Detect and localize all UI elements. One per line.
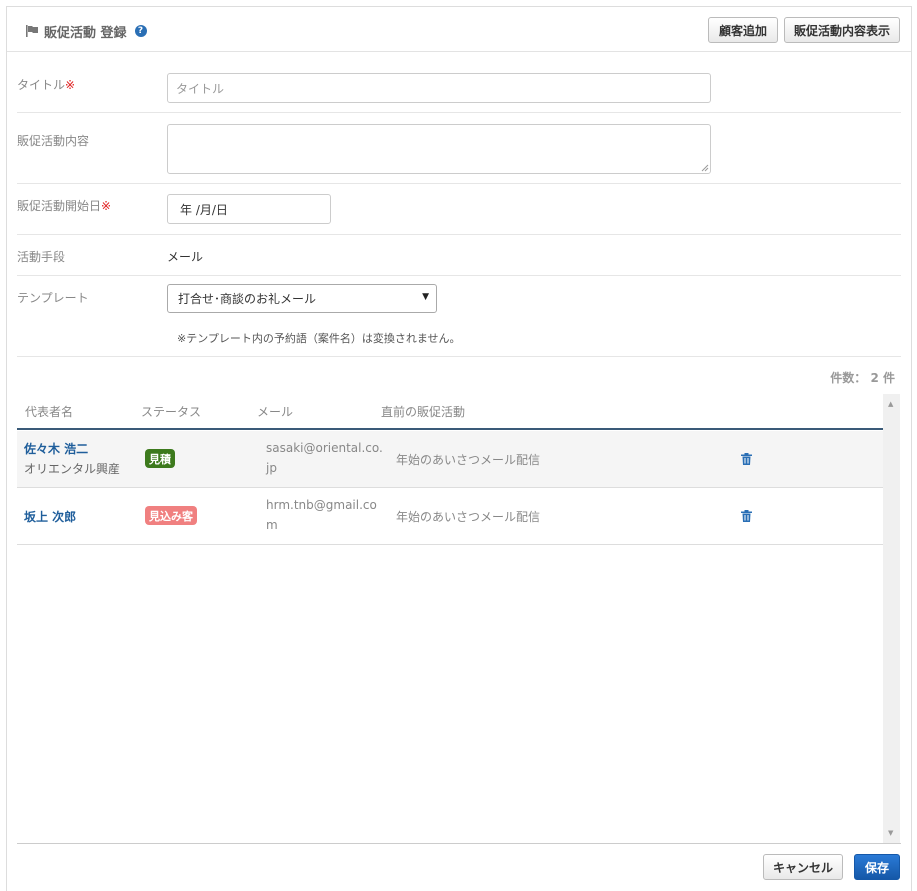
table-body: 佐々木 浩二 オリエンタル興産 見積 sasaki@oriental.co.jp… xyxy=(17,431,883,843)
resize-handle-icon[interactable] xyxy=(701,164,709,172)
footer-divider xyxy=(17,843,901,844)
content-label: 販促活動内容 xyxy=(17,134,90,148)
save-button[interactable]: 保存 xyxy=(854,854,900,880)
method-row: 活動手段 メール xyxy=(17,235,901,276)
add-customer-button[interactable]: 顧客追加 xyxy=(708,17,778,43)
contact-name-link[interactable]: 佐々木 浩二 xyxy=(24,440,88,457)
trash-icon[interactable] xyxy=(741,453,752,465)
promotion-register-panel: 販促活動 登録 ? 顧客追加 販促活動内容表示 タイトル※ タイトル 販促活動内… xyxy=(6,6,912,891)
template-row: テンプレート 打合せ･商談のお礼メール ▼ ※テンプレート内の予約語（案件名）は… xyxy=(17,276,901,357)
title-label: タイトル※ xyxy=(17,78,76,92)
contact-name-link[interactable]: 坂上 次郎 xyxy=(24,508,76,525)
email-address: hrm.tnb@gmail.com xyxy=(266,498,377,532)
help-icon[interactable]: ? xyxy=(134,25,147,37)
record-count: 件数： 2 件 xyxy=(830,371,895,385)
method-value: メール xyxy=(167,250,204,264)
start-date-input[interactable]: 年 /月/日 xyxy=(167,194,331,224)
show-content-button[interactable]: 販促活動内容表示 xyxy=(784,17,900,43)
start-date-row: 販促活動開始日※ 年 /月/日 xyxy=(17,184,901,235)
page-title-text: 販促活動 登録 xyxy=(44,25,127,41)
column-header-status[interactable]: ステータス xyxy=(141,403,201,420)
table-row[interactable]: 佐々木 浩二 オリエンタル興産 見積 sasaki@oriental.co.jp… xyxy=(17,431,883,488)
last-activity: 年始のあいさつメール配信 xyxy=(396,453,541,467)
flag-icon xyxy=(26,25,38,37)
trash-icon[interactable] xyxy=(741,510,752,522)
status-badge: 見積 xyxy=(145,449,175,468)
table-header: 代表者名 ステータス メール 直前の販促活動 xyxy=(17,394,883,430)
scroll-down-icon[interactable]: ▼ xyxy=(888,829,893,837)
start-date-label: 販促活動開始日※ xyxy=(17,199,112,213)
cancel-button[interactable]: キャンセル xyxy=(763,854,843,880)
method-label: 活動手段 xyxy=(17,250,66,264)
column-header-name[interactable]: 代表者名 xyxy=(25,403,73,420)
template-note: ※テンプレート内の予約語（案件名）は変換されません。 xyxy=(177,332,461,345)
title-input[interactable]: タイトル xyxy=(167,73,711,103)
template-selected-value: 打合せ･商談のお礼メール xyxy=(178,292,317,306)
content-textarea[interactable] xyxy=(167,124,711,174)
scroll-up-icon[interactable]: ▲ xyxy=(888,400,893,408)
table-row[interactable]: 坂上 次郎 見込み客 hrm.tnb@gmail.com 年始のあいさつメール配… xyxy=(17,488,883,545)
chevron-down-icon: ▼ xyxy=(422,292,429,302)
title-row: タイトル※ タイトル xyxy=(17,52,901,113)
template-select[interactable]: 打合せ･商談のお礼メール ▼ xyxy=(167,284,437,313)
email-address: sasaki@oriental.co.jp xyxy=(266,441,383,475)
table-scrollbar[interactable]: ▲ ▼ xyxy=(883,394,900,843)
template-label: テンプレート xyxy=(17,291,89,305)
company-name: オリエンタル興産 xyxy=(24,462,121,476)
panel-header: 販促活動 登録 ? 顧客追加 販促活動内容表示 xyxy=(7,7,911,52)
content-row: 販促活動内容 xyxy=(17,113,901,184)
status-badge: 見込み客 xyxy=(145,506,197,525)
column-header-last-activity[interactable]: 直前の販促活動 xyxy=(381,403,465,420)
last-activity: 年始のあいさつメール配信 xyxy=(396,510,541,524)
column-header-email[interactable]: メール xyxy=(257,403,293,420)
page-title: 販促活動 登録 ? xyxy=(26,22,147,41)
